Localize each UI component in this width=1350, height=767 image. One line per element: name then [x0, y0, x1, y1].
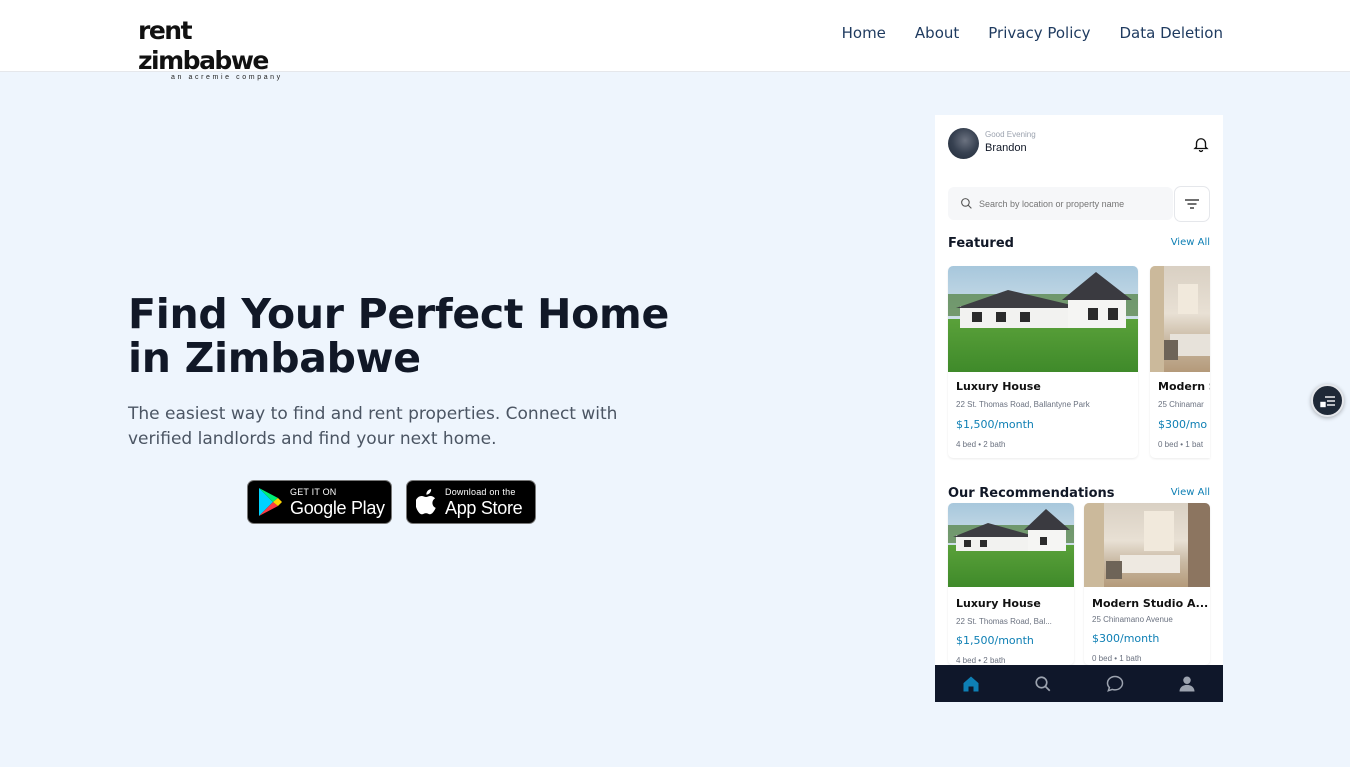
logo-tagline: an acremie company: [171, 74, 283, 81]
search-icon[interactable]: [1028, 669, 1058, 699]
property-address: 25 Chinamar: [1158, 400, 1204, 409]
app-store-big-text: App Store: [445, 497, 523, 518]
google-play-button[interactable]: GET IT ON Google Play: [247, 480, 392, 524]
property-title: Luxury House: [956, 597, 1041, 610]
accessibility-widget-button[interactable]: [1311, 384, 1344, 417]
nav-privacy-policy[interactable]: Privacy Policy: [988, 24, 1090, 42]
chat-icon[interactable]: [1100, 669, 1130, 699]
property-image: [948, 266, 1138, 372]
filter-button[interactable]: [1174, 186, 1210, 222]
hero-title: Find Your Perfect Home in Zimbabwe: [128, 292, 688, 380]
logo-text: rent zimbabwe: [138, 16, 269, 75]
property-meta: 0 bed • 1 bath: [1092, 654, 1142, 663]
property-image: [1150, 266, 1210, 372]
hero-description: The easiest way to find and rent propert…: [128, 404, 618, 449]
apple-icon: [416, 489, 436, 515]
search-bar[interactable]: [948, 187, 1173, 220]
filter-icon: [1185, 199, 1199, 209]
property-title: Modern Studio A...: [1092, 597, 1209, 610]
property-price: $1,500/month: [956, 418, 1034, 431]
search-icon: [961, 198, 972, 209]
greeting-label: Good Evening: [985, 130, 1036, 139]
hero-title-line1: Find Your Perfect Home: [128, 290, 669, 338]
featured-card[interactable]: Luxury House 22 St. Thomas Road, Ballant…: [948, 266, 1138, 458]
recommendation-card[interactable]: Modern Studio A... 25 Chinamano Avenue $…: [1084, 503, 1210, 665]
featured-view-all[interactable]: View All: [1171, 237, 1210, 248]
property-price: $300/mo: [1158, 418, 1208, 431]
user-name: Brandon: [985, 142, 1027, 154]
recommendation-card[interactable]: Luxury House 22 St. Thomas Road, Bal... …: [948, 503, 1074, 665]
property-address: 22 St. Thomas Road, Bal...: [956, 617, 1052, 626]
property-price: $300/month: [1092, 632, 1160, 645]
settings-list-icon: [1319, 395, 1335, 407]
property-address: 22 St. Thomas Road, Ballantyne Park: [956, 400, 1090, 409]
google-play-icon: [259, 488, 282, 516]
avatar: [948, 128, 979, 159]
featured-title: Featured: [948, 236, 1014, 251]
recommendations-view-all[interactable]: View All: [1171, 487, 1210, 498]
recommendations-title: Our Recommendations: [948, 486, 1115, 501]
hero-title-line2: in Zimbabwe: [128, 334, 421, 382]
main-nav: Home About Privacy Policy Data Deletion: [842, 24, 1223, 42]
site-header: rent zimbabwe an acremie company Home Ab…: [0, 0, 1350, 81]
google-play-big-text: Google Play: [290, 497, 385, 518]
bottom-nav: [935, 665, 1223, 702]
profile-icon[interactable]: [1172, 669, 1202, 699]
property-meta: 4 bed • 2 bath: [956, 656, 1006, 665]
nav-home[interactable]: Home: [842, 24, 886, 42]
featured-card[interactable]: Modern S 25 Chinamar $300/mo 0 bed • 1 b…: [1150, 266, 1210, 458]
home-icon[interactable]: [956, 669, 986, 699]
bell-icon[interactable]: [1192, 135, 1210, 153]
logo[interactable]: rent zimbabwe an acremie company: [138, 16, 328, 81]
property-title: Luxury House: [956, 380, 1041, 393]
property-price: $1,500/month: [956, 634, 1034, 647]
app-screenshot: Good Evening Brandon Featured View All: [935, 115, 1223, 702]
search-input[interactable]: [979, 198, 1159, 209]
google-play-small-text: GET IT ON: [290, 486, 337, 497]
app-store-button[interactable]: Download on the App Store: [406, 480, 536, 524]
nav-about[interactable]: About: [915, 24, 959, 42]
property-image: [1084, 503, 1210, 587]
property-title: Modern S: [1158, 380, 1210, 393]
app-store-small-text: Download on the: [445, 486, 516, 497]
nav-data-deletion[interactable]: Data Deletion: [1120, 24, 1224, 42]
property-image: [948, 503, 1074, 587]
property-meta: 0 bed • 1 bat: [1158, 440, 1204, 449]
property-address: 25 Chinamano Avenue: [1092, 615, 1173, 624]
property-meta: 4 bed • 2 bath: [956, 440, 1006, 449]
